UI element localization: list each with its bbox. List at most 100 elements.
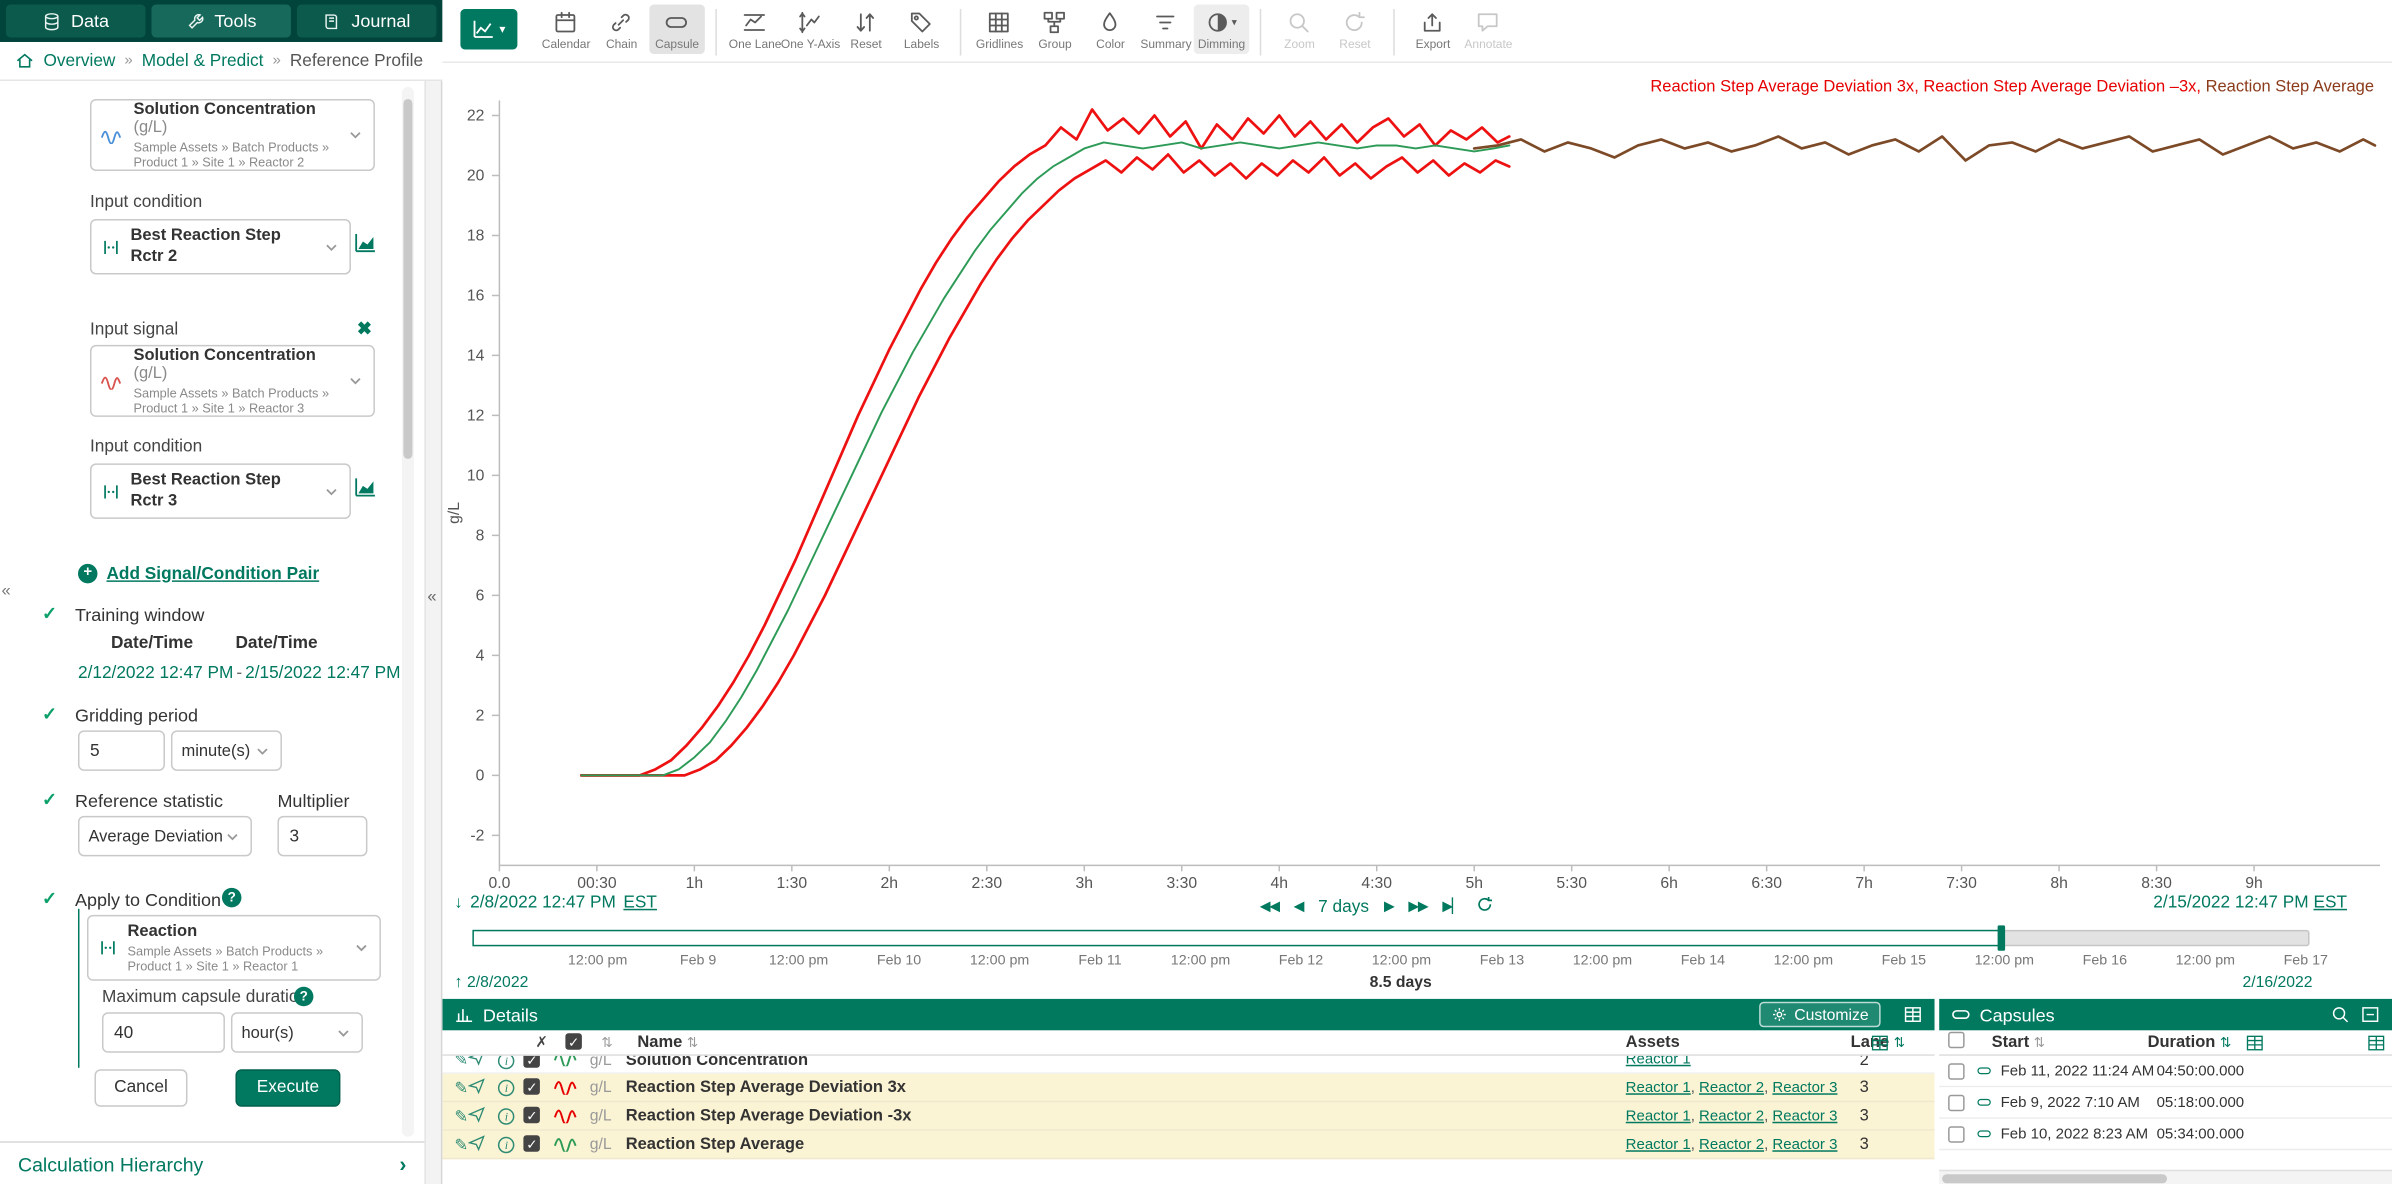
sort-icon[interactable]: ⇅ [601, 1034, 637, 1050]
clipped-table-row[interactable]: ✎i ✓ g/L Solution Concentration Reactor … [442, 1056, 1934, 1074]
asset-link[interactable]: Reactor 2 [1699, 1136, 1764, 1152]
toolbar-button[interactable]: Gridlines [972, 4, 1027, 53]
info-icon[interactable]: i [498, 1056, 514, 1069]
add-column-icon[interactable] [2367, 1033, 2386, 1057]
panel-collapse-strip[interactable]: « [424, 81, 442, 1184]
range-end-link[interactable]: 2/15/2022 12:47 PM [2153, 894, 2308, 912]
breadcrumb-overview[interactable]: Overview [43, 52, 115, 70]
row-checkbox[interactable]: ✓ [524, 1056, 540, 1067]
input-condition-2-select[interactable]: Best Reaction Step Rctr 3 [90, 463, 351, 518]
table-icon[interactable] [1903, 1005, 1922, 1029]
capsule-table-row[interactable]: Feb 11, 2022 11:24 AM 04:50:00.000 [1939, 1056, 2392, 1087]
tab-data[interactable]: Data [6, 4, 145, 37]
navigate-icon[interactable] [468, 1133, 498, 1155]
apply-condition-select[interactable]: Reaction Sample Assets » Batch Products … [87, 915, 381, 981]
view-selector-button[interactable]: ▾ [460, 9, 517, 49]
row-checkbox[interactable]: ✓ [524, 1135, 540, 1151]
step-back-large-icon[interactable]: ◀◀ [1260, 898, 1279, 914]
input-signal-1-select[interactable]: Solution Concentration (g/L) Sample Asse… [90, 99, 375, 171]
step-forward-large-icon[interactable]: ▶▶ [1408, 898, 1427, 914]
help-icon[interactable]: ? [222, 888, 241, 907]
toolbar-button[interactable]: Annotate [1461, 4, 1516, 53]
asset-link[interactable]: Reactor 1 [1626, 1108, 1691, 1124]
edit-icon[interactable]: ✎ [454, 1106, 468, 1125]
step-to-end-icon[interactable]: ▶▏ [1442, 898, 1461, 914]
name-column-header[interactable]: Name [637, 1033, 682, 1051]
panel-scrollbar[interactable] [402, 87, 414, 1137]
timezone-link[interactable]: EST [2313, 894, 2347, 912]
tab-tools[interactable]: Tools [151, 4, 290, 37]
asset-link[interactable]: Reactor 3 [1772, 1136, 1837, 1152]
breadcrumb-model-predict[interactable]: Model & Predict [142, 52, 264, 70]
step-back-icon[interactable]: ◀ [1294, 898, 1303, 914]
timezone-link[interactable]: EST [623, 894, 657, 912]
edit-icon[interactable]: ✎ [454, 1135, 468, 1154]
toolbar-button[interactable]: ▾ Dimming [1194, 4, 1249, 53]
help-icon[interactable]: ? [294, 987, 313, 1006]
asset-link[interactable]: Reactor 3 [1772, 1079, 1837, 1095]
toolbar-button[interactable]: Export [1405, 4, 1460, 53]
navigate-icon[interactable] [468, 1056, 498, 1071]
duration-column-header[interactable]: Duration [2148, 1033, 2216, 1051]
toolbar-button[interactable]: Calendar [538, 4, 593, 53]
toolbar-button[interactable]: Group [1027, 4, 1082, 53]
row-checkbox[interactable] [1948, 1063, 1964, 1079]
input-condition-1-select[interactable]: Best Reaction Step Rctr 2 [90, 219, 351, 274]
asset-link[interactable]: Reactor 3 [1772, 1108, 1837, 1124]
home-icon[interactable] [15, 51, 34, 70]
timeline-range-handle[interactable] [1998, 925, 2005, 950]
customize-button[interactable]: Customize [1760, 1002, 1881, 1027]
reference-statistic-select[interactable]: Average Deviation [78, 816, 252, 856]
row-checkbox[interactable]: ✓ [524, 1107, 540, 1123]
training-start-link[interactable]: 2/12/2022 12:47 PM [78, 664, 233, 682]
remove-signal-pair-icon[interactable]: ✖ [357, 318, 372, 339]
search-icon[interactable] [2331, 1005, 2350, 1029]
step-forward-icon[interactable]: ▶ [1384, 898, 1393, 914]
toolbar-button[interactable]: One Lane [727, 4, 782, 53]
select-all-checkbox[interactable]: ✓ [565, 1033, 581, 1049]
sort-asc-icon[interactable]: ⇅ [1894, 1035, 1904, 1050]
timeline-track[interactable] [472, 930, 2309, 946]
scrollbar-thumb[interactable] [403, 99, 412, 459]
row-checkbox[interactable] [1948, 1094, 1964, 1110]
max-duration-unit-select[interactable]: hour(s) [231, 1012, 363, 1052]
sort-icon[interactable]: ⇅ [2034, 1035, 2044, 1050]
calculation-hierarchy-section[interactable]: Calculation Hierarchy › [0, 1141, 424, 1184]
add-signal-condition-pair-link[interactable]: + Add Signal/Condition Pair [78, 564, 319, 583]
toolbar-button[interactable]: Zoom [1272, 4, 1327, 53]
condition-preview-chart-button[interactable] [354, 231, 378, 262]
range-start-link[interactable]: 2/8/2022 12:47 PM [470, 894, 616, 912]
refresh-icon[interactable] [1476, 895, 1494, 917]
details-table-row[interactable]: ✎i ✓ g/L Reaction Step Average Deviation… [442, 1102, 1934, 1130]
capsule-table-row[interactable]: Feb 10, 2022 8:23 AM 05:34:00.000 [1939, 1119, 2392, 1150]
execute-button[interactable]: Execute [235, 1069, 340, 1106]
add-column-icon[interactable] [1870, 1033, 1889, 1057]
toolbar-button[interactable]: Summary [1138, 4, 1193, 53]
navigate-icon[interactable] [468, 1076, 498, 1098]
training-end-link[interactable]: 2/15/2022 12:47 PM [245, 664, 400, 682]
edit-icon[interactable]: ✎ [454, 1078, 468, 1097]
max-capsule-duration-input[interactable] [102, 1012, 225, 1052]
select-all-checkbox[interactable] [1948, 1032, 1964, 1048]
toolbar-button[interactable]: Capsule [649, 4, 704, 53]
toolbar-button[interactable]: Chain [594, 4, 649, 53]
calculation-hierarchy-label[interactable]: Calculation Hierarchy [18, 1153, 203, 1175]
arrow-up-icon[interactable]: ↑ [454, 973, 462, 991]
input-signal-2-select[interactable]: Solution Concentration (g/L) Sample Asse… [90, 345, 375, 417]
asset-link[interactable]: Reactor 1 [1626, 1056, 1691, 1068]
start-column-header[interactable]: Start [1992, 1033, 2030, 1051]
row-checkbox[interactable]: ✓ [524, 1078, 540, 1094]
collapse-left-icon[interactable]: « [427, 588, 436, 606]
details-table-row[interactable]: ✎i ✓ g/L Reaction Step Average Reactor 1… [442, 1131, 1934, 1159]
cancel-button[interactable]: Cancel [94, 1069, 187, 1106]
timeline-selected-range[interactable] [472, 930, 2002, 946]
collapse-panel-icon[interactable] [2361, 1005, 2380, 1029]
toolbar-button[interactable]: Reset [1327, 4, 1382, 53]
scrollbar-thumb[interactable] [1942, 1174, 2167, 1183]
condition-preview-chart-button[interactable] [354, 475, 378, 506]
duration-link[interactable]: 7 days [1318, 898, 1369, 916]
add-column-icon[interactable] [2245, 1033, 2264, 1057]
add-signal-condition-pair-label[interactable]: Add Signal/Condition Pair [106, 565, 319, 583]
chart-plot[interactable]: -202468101214161820220.000:301h1:302h2:3… [442, 63, 2392, 891]
asset-link[interactable]: Reactor 2 [1699, 1108, 1764, 1124]
